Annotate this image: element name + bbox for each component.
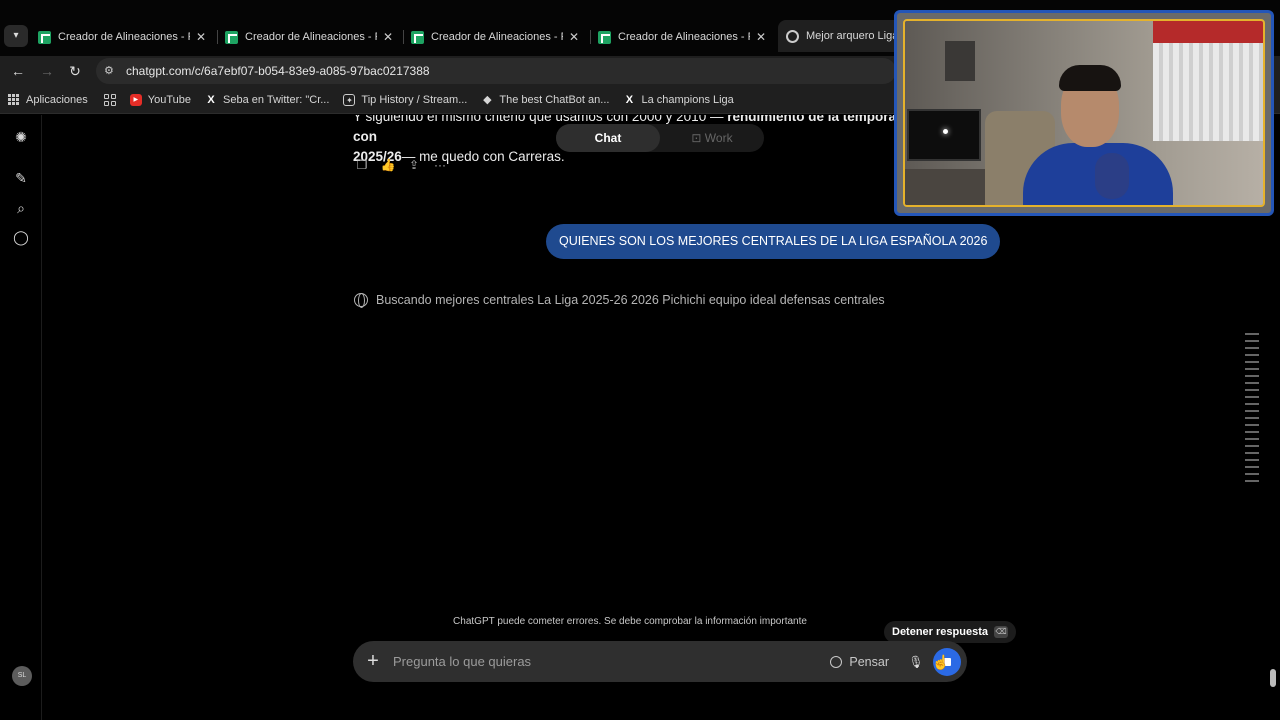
reload-icon[interactable]: ↻ [64,61,86,81]
browser-tab[interactable]: Creador de Alineaciones - Formación ✕ [590,24,774,50]
mouse-cursor-icon: ☝ [932,654,950,670]
lightbulb-icon [830,655,843,668]
bookmark-label: Tip History / Stream... [361,93,468,106]
tooltip-text: Detener respuesta [892,626,988,638]
thumbs-icon[interactable]: 👍 [379,156,397,174]
openai-logo-icon[interactable]: ✺ [11,127,31,147]
address-bar[interactable]: ⚙ chatgpt.com/c/6a7ebf07-b054-83e9-a085-… [96,58,896,84]
webcam-overlay [894,10,1274,216]
more-options-icon[interactable]: ··· [431,156,449,174]
sidebar: ✺ ✎ ⌕ ◯ SL [0,115,42,720]
close-icon[interactable]: ✕ [383,30,393,44]
microphone-icon[interactable]: 🎙 [907,653,925,671]
background-monitor [907,109,981,161]
globe-icon [354,293,368,308]
apps-grid-icon [8,93,20,106]
tab-groups-icon[interactable] [103,93,116,106]
share-icon[interactable]: ⇪ [405,156,423,174]
bookmark-chatbot[interactable]: ◆ The best ChatBot an... [481,94,609,106]
prompt-input[interactable] [393,654,831,669]
bookmark-twitter[interactable]: X Seba en Twitter: "Cr... [205,94,329,106]
back-arrow-icon[interactable]: ← [7,61,29,81]
stop-response-tooltip: Detener respuesta ⌫ [884,621,1016,643]
chat-bubble-icon[interactable]: ◯ [11,227,31,247]
youtube-icon: ▶ [129,93,142,106]
copy-icon[interactable]: ❐ [353,156,371,174]
tab-search-dropdown[interactable]: ▾ [4,25,28,47]
tab-title: Mejor arquero Liga 2025 [806,30,900,42]
message-text: Y siguiendo el mismo criterio que usamos… [353,115,724,124]
bookmark-label: Aplicaciones [26,93,88,106]
forms-favicon-icon [225,30,238,44]
search-status-text: Buscando mejores centrales La Liga 2025-… [376,293,885,307]
bookmark-champions[interactable]: X La champions Liga [623,93,734,106]
add-attachment-icon[interactable]: + [353,650,393,673]
forms-favicon-icon [411,30,424,44]
forms-favicon-icon [38,30,51,44]
browser-tab[interactable]: Creador de Alineaciones - Formación ✕ [30,24,214,50]
bookmark-label: La champions Liga [641,93,734,106]
page-scrollbar[interactable] [1268,667,1278,717]
close-icon[interactable]: ✕ [756,30,766,44]
user-message-bubble: QUIENES SON LOS MEJORES CENTRALES DE LA … [546,224,1001,259]
tab-title: Creador de Alineaciones - Formación [245,31,377,43]
mode-switch: Chat ⊡ Work [556,124,764,152]
avatar[interactable]: SL [12,666,32,686]
x-logo-icon: X [207,93,215,106]
mode-chat-button[interactable]: Chat [556,124,660,152]
tab-title: Creador de Alineaciones - Formación [58,31,190,43]
chat-composer: + Pensar 🎙 [353,641,967,682]
stream-app-icon: ✦ [343,93,356,106]
lock-icon: ⊡ [691,131,705,145]
tab-title: Creador de Alineaciones - Formación [618,31,750,43]
message-actions: ❐ 👍 ⇪ ··· [353,156,449,174]
x-logo-icon: X [625,93,634,106]
scrollbar-thumb[interactable] [1270,669,1276,687]
mode-work-label: Work [704,131,733,145]
think-label: Pensar [849,654,889,669]
bookmark-label: Seba en Twitter: "Cr... [223,93,330,106]
disclaimer-text: ChatGPT puede cometer errores. Se debe c… [453,616,807,627]
close-icon[interactable]: ✕ [196,30,206,44]
diamond-icon: ◆ [483,93,492,106]
bookmark-label: YouTube [147,93,191,106]
url-text: chatgpt.com/c/6a7ebf07-b054-83e9-a085-97… [126,64,430,78]
webcam-feed [903,19,1265,207]
search-icon[interactable]: ⌕ [11,198,31,218]
tab-title: Creador de Alineaciones - Formación [431,31,563,43]
browser-tab-active[interactable]: Mejor arquero Liga 2025 [778,20,908,52]
search-status: Buscando mejores centrales La Liga 2025-… [354,293,885,308]
close-icon[interactable]: ✕ [569,30,579,44]
shortcut-key-icon: ⌫ [994,626,1008,638]
bookmark-tiphistory[interactable]: ✦ Tip History / Stream... [343,93,468,106]
chatgpt-favicon-icon [786,29,799,43]
bookmark-label: The best ChatBot an... [499,93,610,106]
forms-favicon-icon [598,30,611,44]
new-chat-icon[interactable]: ✎ [11,168,31,188]
browser-tab[interactable]: Creador de Alineaciones - Formación ✕ [217,24,401,50]
site-settings-icon[interactable]: ⚙ [104,64,118,78]
think-button[interactable]: Pensar [830,655,889,669]
conversation-minimap[interactable] [1245,333,1259,487]
browser-tab[interactable]: Creador de Alineaciones - Formación ✕ [403,24,587,50]
bookmark-youtube[interactable]: ▶ YouTube [129,93,191,106]
bookmark-apps[interactable]: Aplicaciones [8,93,88,106]
mode-work-button[interactable]: ⊡ Work [660,124,764,152]
forward-arrow-icon[interactable]: → [36,61,58,81]
